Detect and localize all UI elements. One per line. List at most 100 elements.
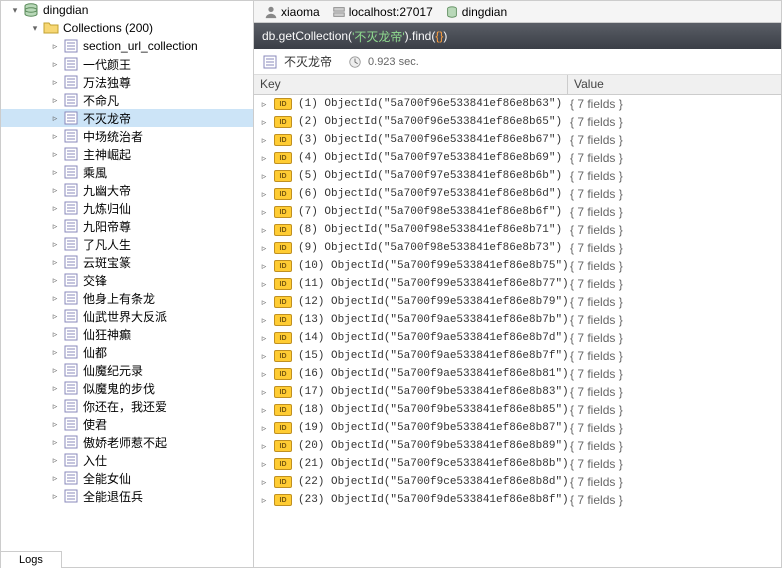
expander-icon[interactable]: ▹ xyxy=(49,58,61,70)
data-row[interactable]: ▹ID(7) ObjectId("5a700f98e533841ef86e8b6… xyxy=(254,203,781,221)
expander-icon[interactable]: ▹ xyxy=(258,170,270,182)
expander-icon[interactable]: ▹ xyxy=(258,224,270,236)
data-row[interactable]: ▹ID(10) ObjectId("5a700f99e533841ef86e8b… xyxy=(254,257,781,275)
expander-icon[interactable]: ▹ xyxy=(258,242,270,254)
expander-icon[interactable]: ▹ xyxy=(258,458,270,470)
collection-item[interactable]: ▹乘風 xyxy=(1,163,253,181)
expander-icon[interactable]: ▹ xyxy=(49,346,61,358)
collection-item[interactable]: ▹了凡人生 xyxy=(1,235,253,253)
expander-icon[interactable]: ▹ xyxy=(258,116,270,128)
data-row[interactable]: ▹ID(5) ObjectId("5a700f97e533841ef86e8b6… xyxy=(254,167,781,185)
data-row[interactable]: ▹ID(1) ObjectId("5a700f96e533841ef86e8b6… xyxy=(254,95,781,113)
expander-icon[interactable]: ▹ xyxy=(258,476,270,488)
expander-icon[interactable]: ▹ xyxy=(258,494,270,506)
data-row[interactable]: ▹ID(15) ObjectId("5a700f9ae533841ef86e8b… xyxy=(254,347,781,365)
collection-item[interactable]: ▹全能女仙 xyxy=(1,469,253,487)
collection-item[interactable]: ▹九炼归仙 xyxy=(1,199,253,217)
query-bar[interactable]: db.getCollection('不灭龙帝').find({}) xyxy=(254,23,781,49)
collection-item[interactable]: ▹你还在，我还爱 xyxy=(1,397,253,415)
data-row[interactable]: ▹ID(8) ObjectId("5a700f98e533841ef86e8b7… xyxy=(254,221,781,239)
expander-icon[interactable]: ▹ xyxy=(49,94,61,106)
data-row[interactable]: ▹ID(9) ObjectId("5a700f98e533841ef86e8b7… xyxy=(254,239,781,257)
expander-icon[interactable]: ▹ xyxy=(258,188,270,200)
expander-icon[interactable]: ▹ xyxy=(49,490,61,502)
expander-icon[interactable]: ▾ xyxy=(9,4,21,16)
expander-icon[interactable]: ▹ xyxy=(49,148,61,160)
expander-icon[interactable]: ▹ xyxy=(49,130,61,142)
data-row[interactable]: ▹ID(21) ObjectId("5a700f9ce533841ef86e8b… xyxy=(254,455,781,473)
data-row[interactable]: ▹ID(2) ObjectId("5a700f96e533841ef86e8b6… xyxy=(254,113,781,131)
expander-icon[interactable]: ▹ xyxy=(258,260,270,272)
expander-icon[interactable]: ▹ xyxy=(49,220,61,232)
expander-icon[interactable]: ▹ xyxy=(49,166,61,178)
data-row[interactable]: ▹ID(13) ObjectId("5a700f9ae533841ef86e8b… xyxy=(254,311,781,329)
expander-icon[interactable]: ▹ xyxy=(49,202,61,214)
data-row[interactable]: ▹ID(6) ObjectId("5a700f97e533841ef86e8b6… xyxy=(254,185,781,203)
data-row[interactable]: ▹ID(18) ObjectId("5a700f9be533841ef86e8b… xyxy=(254,401,781,419)
collection-item[interactable]: ▹section_url_collection xyxy=(1,37,253,55)
expander-icon[interactable]: ▹ xyxy=(258,422,270,434)
expander-icon[interactable]: ▾ xyxy=(29,22,41,34)
collection-item[interactable]: ▹似魔鬼的步伐 xyxy=(1,379,253,397)
expander-icon[interactable]: ▹ xyxy=(49,472,61,484)
expander-icon[interactable]: ▹ xyxy=(49,382,61,394)
data-row[interactable]: ▹ID(17) ObjectId("5a700f9be533841ef86e8b… xyxy=(254,383,781,401)
column-key[interactable]: Key xyxy=(254,75,568,94)
collection-item[interactable]: ▹仙魔纪元录 xyxy=(1,361,253,379)
data-row[interactable]: ▹ID(4) ObjectId("5a700f97e533841ef86e8b6… xyxy=(254,149,781,167)
collection-item[interactable]: ▹他身上有条龙 xyxy=(1,289,253,307)
expander-icon[interactable]: ▹ xyxy=(258,206,270,218)
db-node[interactable]: ▾ dingdian xyxy=(1,1,253,19)
data-row[interactable]: ▹ID(23) ObjectId("5a700f9de533841ef86e8b… xyxy=(254,491,781,509)
data-row[interactable]: ▹ID(14) ObjectId("5a700f9ae533841ef86e8b… xyxy=(254,329,781,347)
column-value[interactable]: Value xyxy=(568,75,781,94)
expander-icon[interactable]: ▹ xyxy=(258,278,270,290)
expander-icon[interactable]: ▹ xyxy=(49,364,61,376)
collection-item[interactable]: ▹一代颜王 xyxy=(1,55,253,73)
collection-item[interactable]: ▹不命凡 xyxy=(1,91,253,109)
expander-icon[interactable]: ▹ xyxy=(49,256,61,268)
collections-node[interactable]: ▾ Collections (200) xyxy=(1,19,253,37)
expander-icon[interactable]: ▹ xyxy=(258,152,270,164)
collection-item[interactable]: ▹傲娇老师惹不起 xyxy=(1,433,253,451)
expander-icon[interactable]: ▹ xyxy=(49,76,61,88)
data-body[interactable]: ▹ID(1) ObjectId("5a700f96e533841ef86e8b6… xyxy=(254,95,781,567)
collection-item[interactable]: ▹万法独尊 xyxy=(1,73,253,91)
data-row[interactable]: ▹ID(19) ObjectId("5a700f9be533841ef86e8b… xyxy=(254,419,781,437)
expander-icon[interactable]: ▹ xyxy=(49,184,61,196)
collection-item[interactable]: ▹云斑宝篆 xyxy=(1,253,253,271)
expander-icon[interactable]: ▹ xyxy=(258,386,270,398)
expander-icon[interactable]: ▹ xyxy=(49,292,61,304)
collection-item[interactable]: ▹使君 xyxy=(1,415,253,433)
expander-icon[interactable]: ▹ xyxy=(49,454,61,466)
expander-icon[interactable]: ▹ xyxy=(258,350,270,362)
collection-item[interactable]: ▹九幽大帝 xyxy=(1,181,253,199)
collection-item[interactable]: ▹入仕 xyxy=(1,451,253,469)
collection-item[interactable]: ▹中场统治者 xyxy=(1,127,253,145)
expander-icon[interactable]: ▹ xyxy=(49,328,61,340)
data-row[interactable]: ▹ID(12) ObjectId("5a700f99e533841ef86e8b… xyxy=(254,293,781,311)
logs-tab[interactable]: Logs xyxy=(1,551,62,568)
data-row[interactable]: ▹ID(22) ObjectId("5a700f9ce533841ef86e8b… xyxy=(254,473,781,491)
expander-icon[interactable]: ▹ xyxy=(49,112,61,124)
expander-icon[interactable]: ▹ xyxy=(258,368,270,380)
expander-icon[interactable]: ▹ xyxy=(258,440,270,452)
collection-item[interactable]: ▹主神崛起 xyxy=(1,145,253,163)
data-row[interactable]: ▹ID(3) ObjectId("5a700f96e533841ef86e8b6… xyxy=(254,131,781,149)
expander-icon[interactable]: ▹ xyxy=(49,40,61,52)
collection-item[interactable]: ▹仙都 xyxy=(1,343,253,361)
collection-item[interactable]: ▹不灭龙帝 xyxy=(1,109,253,127)
expander-icon[interactable]: ▹ xyxy=(258,404,270,416)
collection-item[interactable]: ▹仙狂神癫 xyxy=(1,325,253,343)
expander-icon[interactable]: ▹ xyxy=(49,310,61,322)
collection-item[interactable]: ▹九阳帝尊 xyxy=(1,217,253,235)
expander-icon[interactable]: ▹ xyxy=(258,296,270,308)
data-row[interactable]: ▹ID(16) ObjectId("5a700f9ae533841ef86e8b… xyxy=(254,365,781,383)
expander-icon[interactable]: ▹ xyxy=(258,98,270,110)
expander-icon[interactable]: ▹ xyxy=(258,134,270,146)
data-row[interactable]: ▹ID(11) ObjectId("5a700f99e533841ef86e8b… xyxy=(254,275,781,293)
expander-icon[interactable]: ▹ xyxy=(49,400,61,412)
expander-icon[interactable]: ▹ xyxy=(49,274,61,286)
expander-icon[interactable]: ▹ xyxy=(258,332,270,344)
data-row[interactable]: ▹ID(20) ObjectId("5a700f9be533841ef86e8b… xyxy=(254,437,781,455)
